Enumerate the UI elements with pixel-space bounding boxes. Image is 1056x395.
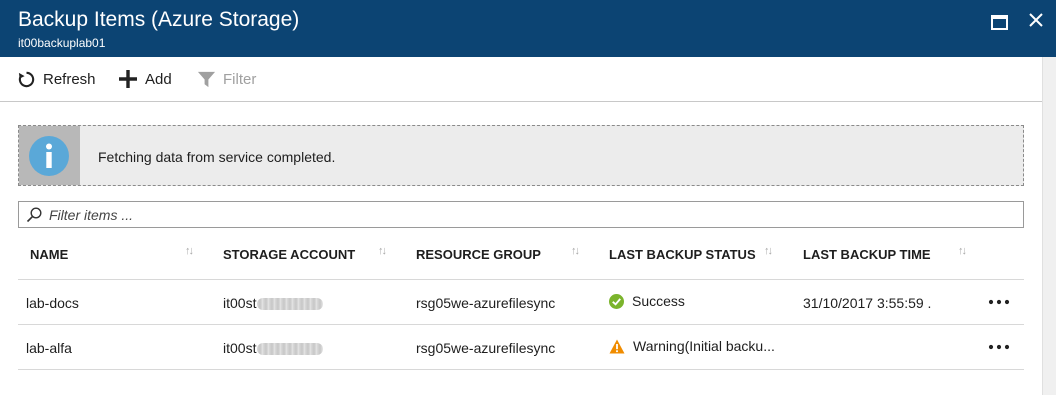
- command-bar: Refresh Add Filter: [0, 57, 1042, 102]
- storage-account-text: it00st: [223, 295, 257, 311]
- sort-arrows-icon[interactable]: ↑↓: [185, 245, 194, 257]
- cell-status: Success: [609, 293, 685, 309]
- info-message: Fetching data from service completed.: [98, 149, 336, 165]
- warning-icon: [609, 339, 625, 353]
- vertical-scrollbar[interactable]: [1042, 57, 1056, 395]
- add-label: Add: [145, 70, 172, 88]
- cell-storage-account: it00st: [223, 340, 324, 356]
- ellipsis-icon: [988, 344, 1010, 350]
- info-banner: Fetching data from service completed.: [18, 125, 1024, 186]
- refresh-button[interactable]: Refresh: [17, 69, 96, 89]
- sort-arrows-icon[interactable]: ↑↓: [764, 245, 773, 257]
- filter-button[interactable]: Filter: [197, 69, 256, 89]
- filter-icon: [197, 71, 216, 87]
- table-header: NAME ↑↓ STORAGE ACCOUNT ↑↓ RESOURCE GROU…: [18, 233, 1024, 280]
- ellipsis-icon: [988, 299, 1010, 305]
- more-options-button[interactable]: [988, 294, 1012, 312]
- refresh-icon: [18, 71, 35, 87]
- maximize-icon[interactable]: [988, 10, 1010, 32]
- column-header-resource-group[interactable]: RESOURCE GROUP: [416, 247, 541, 262]
- close-icon[interactable]: [1026, 10, 1048, 32]
- filter-items-input[interactable]: [49, 205, 1009, 224]
- blade-subtitle: it00backuplab01: [18, 36, 106, 50]
- storage-account-text: it00st: [223, 340, 257, 356]
- info-icon: [29, 136, 69, 176]
- sort-arrows-icon[interactable]: ↑↓: [378, 245, 387, 257]
- filter-items-box[interactable]: [18, 201, 1024, 228]
- more-options-button[interactable]: [988, 339, 1012, 357]
- column-header-name[interactable]: NAME: [30, 247, 68, 262]
- column-header-storage-account[interactable]: STORAGE ACCOUNT: [223, 247, 355, 262]
- redacted-blur: [257, 343, 324, 356]
- status-text: Warning(Initial backu...: [633, 338, 775, 354]
- success-check-icon: [609, 293, 624, 309]
- cell-resource-group: rsg05we-azurefilesync: [416, 340, 556, 356]
- sort-arrows-icon[interactable]: ↑↓: [571, 245, 580, 257]
- status-text: Success: [632, 293, 685, 309]
- plus-icon: [119, 70, 137, 88]
- cell-resource-group: rsg05we-azurefilesync: [416, 295, 556, 311]
- table-row[interactable]: lab-docs it00st rsg05we-azurefilesync Su…: [18, 280, 1024, 325]
- blade-header: Backup Items (Azure Storage) it00backupl…: [0, 0, 1056, 57]
- info-banner-side: [19, 126, 80, 185]
- search-icon: [26, 207, 42, 223]
- cell-last-backup-time: 31/10/2017 3:55:59 .: [803, 295, 932, 311]
- sort-arrows-icon[interactable]: ↑↓: [958, 245, 967, 257]
- column-header-last-backup-time[interactable]: LAST BACKUP TIME: [803, 247, 931, 262]
- filter-label: Filter: [223, 70, 257, 88]
- add-button[interactable]: Add: [118, 69, 172, 89]
- cell-name: lab-docs: [26, 295, 79, 311]
- table-row[interactable]: lab-alfa it00st rsg05we-azurefilesync Wa…: [18, 325, 1024, 370]
- cell-name: lab-alfa: [26, 340, 72, 356]
- column-header-last-backup-status[interactable]: LAST BACKUP STATUS: [609, 247, 756, 262]
- blade-title: Backup Items (Azure Storage): [18, 8, 300, 31]
- redacted-blur: [257, 298, 324, 311]
- cell-storage-account: it00st: [223, 295, 324, 311]
- refresh-label: Refresh: [43, 70, 96, 88]
- cell-status: Warning(Initial backu...: [609, 338, 775, 354]
